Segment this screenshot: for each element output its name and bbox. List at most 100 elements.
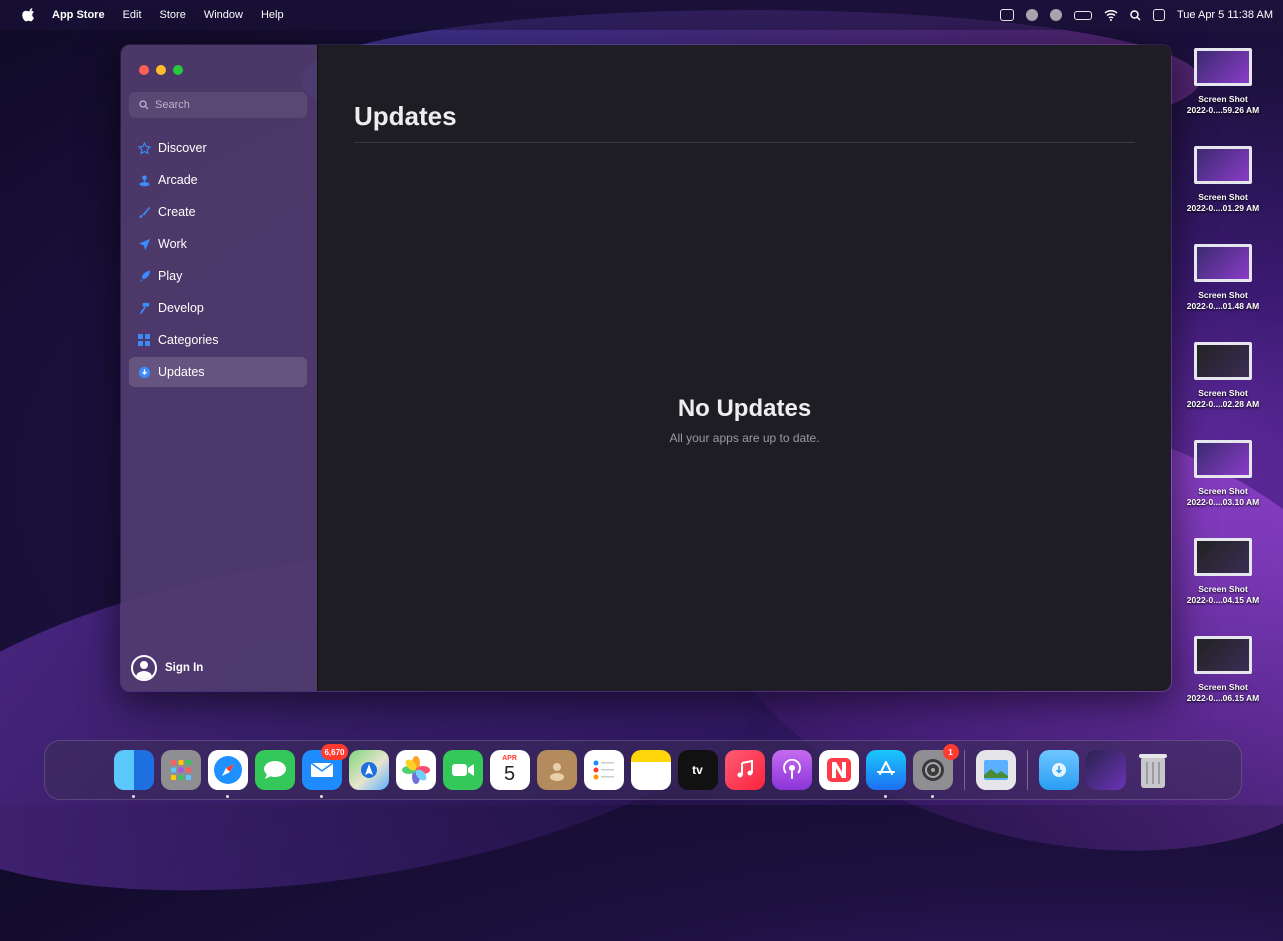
control-center-icon[interactable]	[1152, 9, 1165, 21]
finder-icon[interactable]	[113, 750, 154, 798]
file-name: Screen Shot 2022-0....59.26 AM	[1186, 94, 1260, 115]
sign-in-button[interactable]: Sign In	[131, 655, 203, 681]
maps-icon[interactable]	[348, 750, 389, 790]
spotlight-search-icon[interactable]	[1130, 9, 1141, 21]
paperplane-icon	[137, 237, 151, 251]
photos-icon[interactable]	[395, 750, 436, 790]
close-button[interactable]	[139, 65, 149, 75]
search-field[interactable]: Search	[129, 92, 307, 118]
sidebar: Search Discover Arcade Create Work Play	[121, 45, 317, 691]
desktop-file-icon[interactable]: Screen Shot 2022-0....06.15 AM	[1167, 636, 1279, 720]
notes-icon[interactable]	[630, 750, 671, 790]
minimize-button[interactable]	[156, 65, 166, 75]
screenshot-thumbnail-icon	[1194, 146, 1252, 184]
sidebar-item-label: Updates	[158, 365, 205, 379]
sidebar-item-discover[interactable]: Discover	[129, 133, 307, 163]
wifi-icon[interactable]	[1104, 9, 1118, 21]
sidebar-item-work[interactable]: Work	[129, 229, 307, 259]
sidebar-item-arcade[interactable]: Arcade	[129, 165, 307, 195]
dropbox-icon[interactable]	[1049, 9, 1062, 21]
paintbrush-icon	[137, 205, 151, 219]
calendar-icon[interactable]: APR 5	[489, 750, 530, 790]
menu-bar: App Store Edit Store Window Help Tue Apr…	[0, 0, 1283, 30]
rocket-icon	[137, 269, 151, 283]
screenshot-thumbnail-icon	[1194, 538, 1252, 576]
screenshot-thumbnail-icon	[1194, 244, 1252, 282]
dock: 6,670 APR 5 tv 1	[44, 740, 1242, 800]
empty-state: No Updates All your apps are up to date.	[318, 395, 1171, 445]
screenshot-thumbnail-icon	[1194, 636, 1252, 674]
sidebar-item-categories[interactable]: Categories	[129, 325, 307, 355]
safari-icon[interactable]	[207, 750, 248, 798]
grid-icon	[137, 333, 151, 347]
siri-status-icon[interactable]	[1025, 9, 1038, 21]
mail-icon[interactable]: 6,670	[301, 744, 348, 798]
status-area: Tue Apr 5 11:38 AM	[999, 0, 1273, 30]
calendar-day: 5	[503, 763, 516, 785]
music-icon[interactable]	[724, 750, 765, 790]
zoom-button[interactable]	[173, 65, 183, 75]
screenshot-thumbnail-icon	[1194, 48, 1252, 86]
sidebar-item-label: Develop	[158, 301, 204, 315]
sidebar-item-develop[interactable]: Develop	[129, 293, 307, 323]
desktop-file-icon[interactable]: Screen Shot 2022-0....03.10 AM	[1167, 440, 1279, 524]
system-preferences-icon[interactable]: 1	[912, 744, 959, 798]
battery-icon[interactable]	[1073, 10, 1092, 20]
sidebar-item-label: Work	[158, 237, 187, 251]
sidebar-item-updates[interactable]: Updates	[129, 357, 307, 387]
window-controls	[139, 65, 183, 75]
apple-logo-icon[interactable]	[22, 8, 36, 22]
downloads-folder-icon[interactable]	[1038, 750, 1079, 790]
screen-icon[interactable]	[999, 9, 1014, 21]
file-name: Screen Shot 2022-0....01.48 AM	[1186, 290, 1260, 311]
running-indicator	[226, 795, 229, 798]
dock-separator	[1026, 750, 1028, 790]
screenshot-thumbnail-icon	[1194, 440, 1252, 478]
settings-badge: 1	[942, 744, 959, 760]
facetime-icon[interactable]	[442, 750, 483, 790]
sidebar-item-play[interactable]: Play	[129, 261, 307, 291]
star-icon	[137, 141, 151, 155]
download-icon	[137, 365, 151, 379]
messages-icon[interactable]	[254, 750, 295, 790]
desktop-file-icon[interactable]: Screen Shot 2022-0....02.28 AM	[1167, 342, 1279, 426]
desktop-file-icon[interactable]: Screen Shot 2022-0....01.29 AM	[1167, 146, 1279, 230]
mail-badge: 6,670	[321, 744, 348, 760]
title-divider	[354, 142, 1135, 143]
desktop-file-icon[interactable]: Screen Shot 2022-0....59.26 AM	[1167, 48, 1279, 132]
trash-icon[interactable]	[1133, 750, 1173, 790]
main-content: Updates No Updates All your apps are up …	[317, 45, 1171, 691]
menu-store[interactable]: Store	[160, 9, 186, 21]
tv-label: tv	[692, 763, 703, 777]
sidebar-item-label: Arcade	[158, 173, 198, 187]
apple-tv-icon[interactable]: tv	[677, 750, 718, 790]
file-name: Screen Shot 2022-0....04.15 AM	[1186, 584, 1260, 605]
desktop-file-icon[interactable]: Screen Shot 2022-0....01.48 AM	[1167, 244, 1279, 328]
hammer-icon	[137, 301, 151, 315]
app-store-icon[interactable]	[865, 750, 906, 798]
running-indicator	[931, 795, 934, 798]
screenshot-thumbnail-icon	[1194, 342, 1252, 380]
menu-clock[interactable]: Tue Apr 5 11:38 AM	[1177, 9, 1273, 21]
preview-icon[interactable]	[975, 750, 1016, 790]
contacts-icon[interactable]	[536, 750, 577, 790]
screenshots-stack-icon[interactable]	[1085, 750, 1126, 790]
calendar-month: APR	[502, 755, 517, 762]
news-icon[interactable]	[818, 750, 859, 790]
page-title: Updates	[354, 101, 457, 131]
account-icon	[131, 655, 157, 681]
running-indicator	[320, 795, 323, 798]
menu-app-name[interactable]: App Store	[52, 9, 105, 21]
desktop-icons: Screen Shot 2022-0....59.26 AM Screen Sho…	[1167, 48, 1279, 734]
sidebar-item-create[interactable]: Create	[129, 197, 307, 227]
desktop-file-icon[interactable]: Screen Shot 2022-0....04.15 AM	[1167, 538, 1279, 622]
app-store-window: Search Discover Arcade Create Work Play	[120, 44, 1172, 692]
reminders-icon[interactable]	[583, 750, 624, 790]
menu-window[interactable]: Window	[204, 9, 243, 21]
podcasts-icon[interactable]	[771, 750, 812, 790]
launchpad-icon[interactable]	[160, 750, 201, 790]
file-name: Screen Shot 2022-0....01.29 AM	[1186, 192, 1260, 213]
menu-edit[interactable]: Edit	[123, 9, 142, 21]
menu-help[interactable]: Help	[261, 9, 284, 21]
running-indicator	[132, 795, 135, 798]
